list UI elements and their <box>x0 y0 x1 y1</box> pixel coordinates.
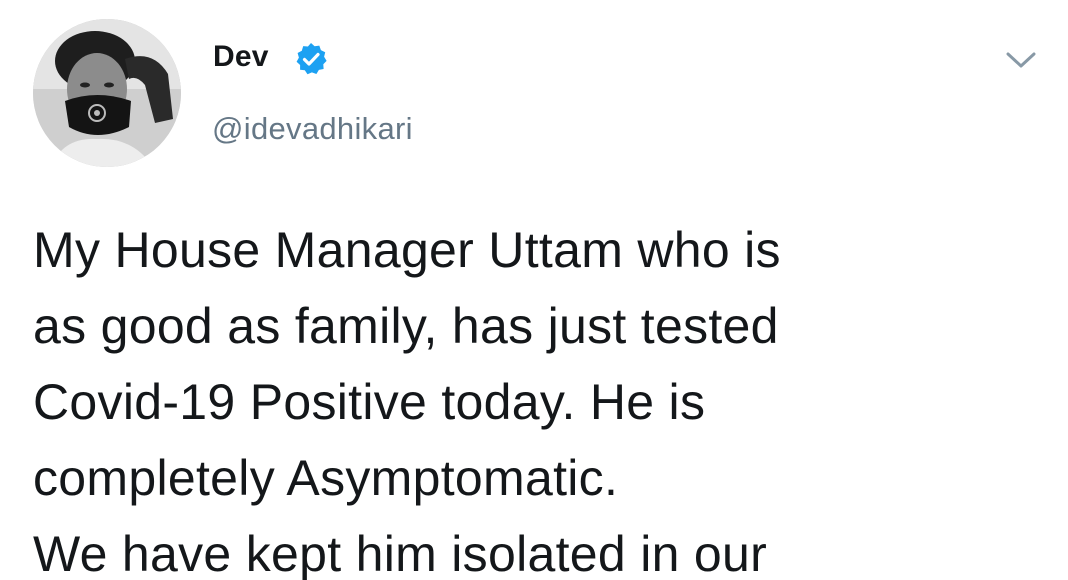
display-name[interactable]: Dev <box>213 42 269 72</box>
tweet-text-line: Covid-19 Positive today. He is <box>33 374 706 430</box>
tweet-card: Dev @idevadhikari My House Manager Uttam… <box>0 0 1068 580</box>
tweet-text-line: We have kept him isolated in our <box>33 526 768 580</box>
chevron-down-icon[interactable] <box>1002 47 1040 73</box>
tweet-text-line: My House Manager Uttam who is <box>33 222 781 278</box>
profile-photo-icon <box>33 19 181 167</box>
tweet-text-line: as good as family, has just tested <box>33 298 779 354</box>
user-handle[interactable]: @idevadhikari <box>212 113 413 144</box>
verified-badge-icon <box>293 41 329 77</box>
tweet-text: My House Manager Uttam who is as good as… <box>33 212 1053 580</box>
avatar[interactable] <box>33 19 181 167</box>
tweet-text-line: completely Asymptomatic. <box>33 450 619 506</box>
